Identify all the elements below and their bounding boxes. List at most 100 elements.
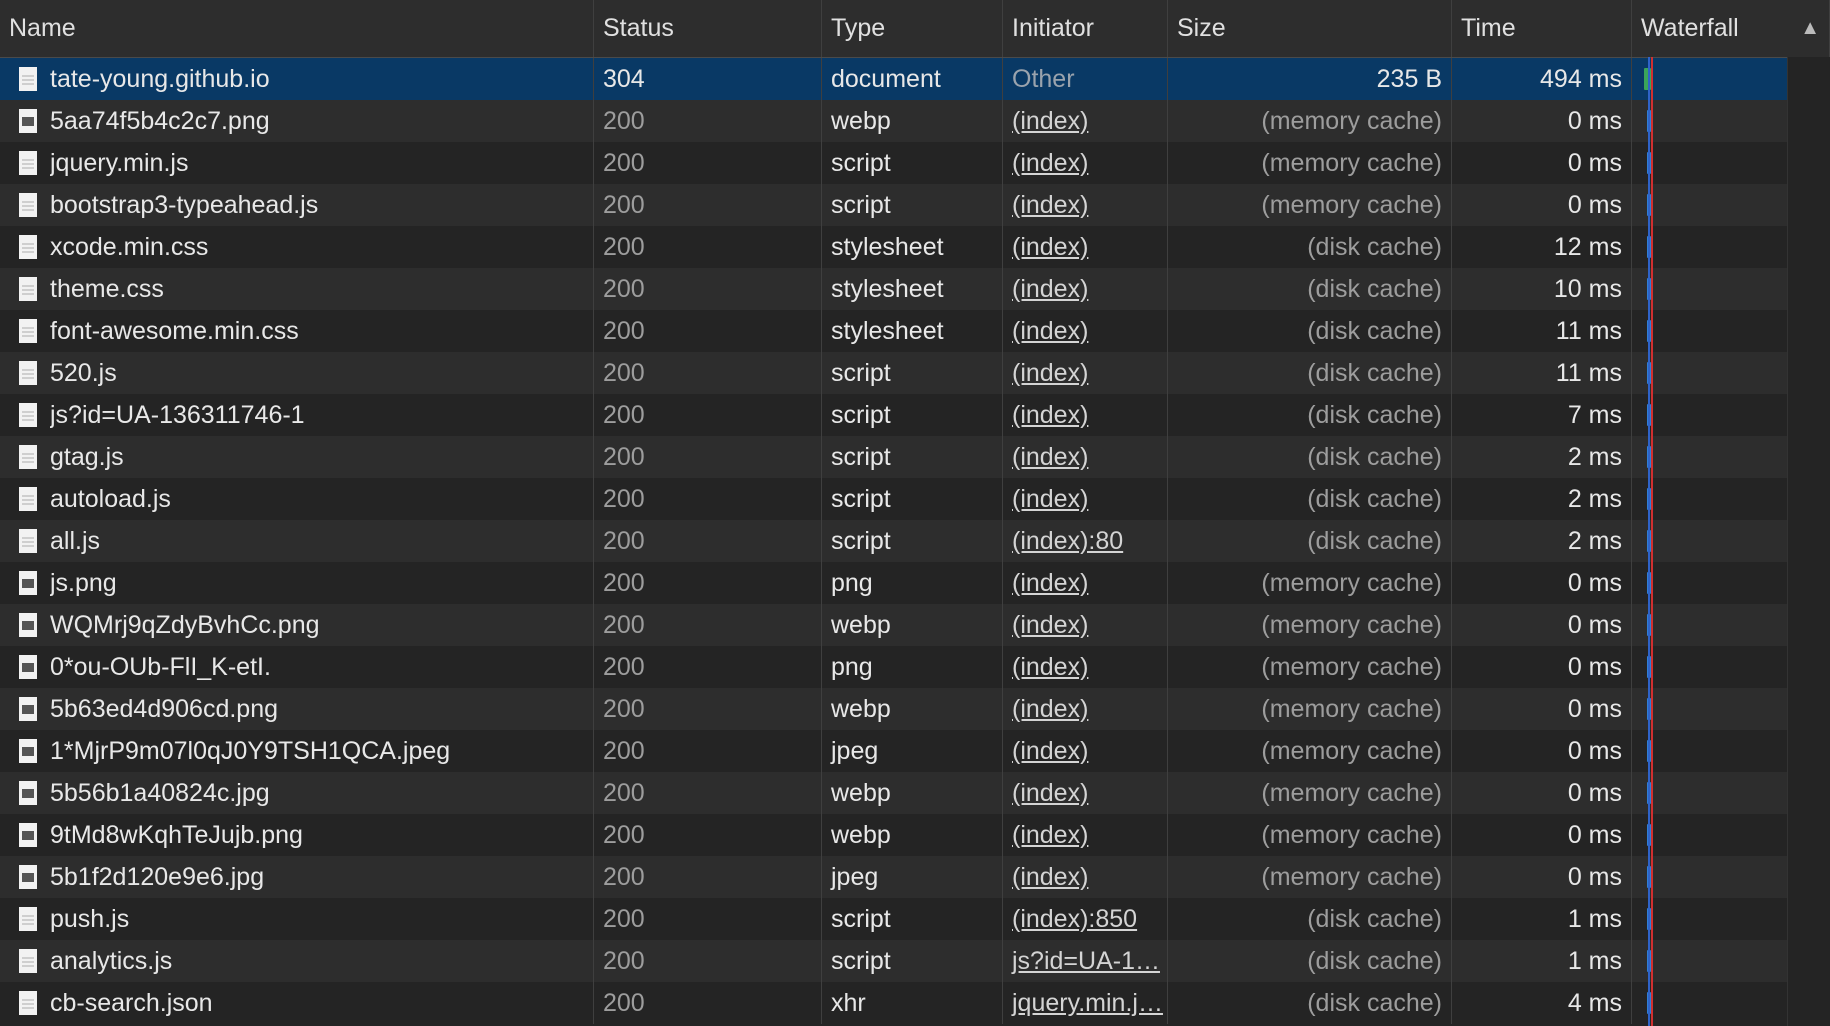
- initiator-link[interactable]: (index): [1012, 401, 1088, 430]
- table-row[interactable]: bootstrap3-typeahead.js 200 script (inde…: [0, 184, 1830, 226]
- cell-initiator: (index): [1003, 352, 1168, 394]
- initiator-link[interactable]: (index): [1012, 695, 1088, 724]
- cell-size: (memory cache): [1168, 142, 1452, 184]
- table-row[interactable]: 5b56b1a40824c.jpg 200 webp (index) (memo…: [0, 772, 1830, 814]
- cell-initiator: (index): [1003, 604, 1168, 646]
- initiator-link[interactable]: (index): [1012, 779, 1088, 808]
- initiator-link[interactable]: (index):850: [1012, 905, 1137, 934]
- initiator-link[interactable]: (index): [1012, 233, 1088, 262]
- table-row[interactable]: font-awesome.min.css 200 stylesheet (ind…: [0, 310, 1830, 352]
- sort-ascending-icon[interactable]: ▲: [1800, 17, 1820, 40]
- column-header-status[interactable]: Status: [594, 0, 822, 57]
- cell-size: (disk cache): [1168, 268, 1452, 310]
- initiator-link[interactable]: (index): [1012, 569, 1088, 598]
- request-name: 520.js: [50, 358, 117, 387]
- script-file-icon: [19, 151, 37, 175]
- cell-time: 11 ms: [1452, 352, 1632, 394]
- cell-type: stylesheet: [822, 310, 1003, 352]
- cell-time: 0 ms: [1452, 184, 1632, 226]
- stylesheet-file-icon: [19, 319, 37, 343]
- table-row[interactable]: 520.js 200 script (index) (disk cache) 1…: [0, 352, 1830, 394]
- table-row[interactable]: tate-young.github.io 304 document Other …: [0, 58, 1830, 100]
- column-header-time[interactable]: Time: [1452, 0, 1632, 57]
- cell-status: 200: [594, 310, 822, 352]
- vertical-scrollbar[interactable]: [1787, 57, 1830, 1026]
- image-icon: [19, 613, 37, 637]
- table-row[interactable]: cb-search.json 200 xhr jquery.min.j… (di…: [0, 982, 1830, 1024]
- cell-size: (memory cache): [1168, 184, 1452, 226]
- cell-initiator: (index): [1003, 688, 1168, 730]
- column-header-type-label: Type: [831, 14, 886, 42]
- cell-time: 7 ms: [1452, 394, 1632, 436]
- table-row[interactable]: js.png 200 png (index) (memory cache) 0 …: [0, 562, 1830, 604]
- cell-name: tate-young.github.io: [0, 58, 594, 100]
- column-header-type[interactable]: Type: [822, 0, 1003, 57]
- initiator-link[interactable]: (index): [1012, 863, 1088, 892]
- stylesheet-file-icon: [19, 277, 37, 301]
- cell-type: script: [822, 520, 1003, 562]
- initiator-link[interactable]: (index):80: [1012, 527, 1123, 556]
- table-row[interactable]: js?id=UA-136311746-1 200 script (index) …: [0, 394, 1830, 436]
- cell-status: 200: [594, 982, 822, 1024]
- table-row[interactable]: WQMrj9qZdyBvhCc.png 200 webp (index) (me…: [0, 604, 1830, 646]
- cell-status: 200: [594, 562, 822, 604]
- table-row[interactable]: xcode.min.css 200 stylesheet (index) (di…: [0, 226, 1830, 268]
- script-file-icon: [19, 361, 37, 385]
- cell-size: (memory cache): [1168, 646, 1452, 688]
- image-icon: [19, 109, 37, 133]
- column-header-size[interactable]: Size: [1168, 0, 1452, 57]
- initiator-link[interactable]: (index): [1012, 821, 1088, 850]
- initiator-link[interactable]: jquery.min.j…: [1012, 989, 1163, 1018]
- cell-name: gtag.js: [0, 436, 594, 478]
- table-row[interactable]: 9tMd8wKqhTeJujb.png 200 webp (index) (me…: [0, 814, 1830, 856]
- table-row[interactable]: theme.css 200 stylesheet (index) (disk c…: [0, 268, 1830, 310]
- cell-name: js?id=UA-136311746-1: [0, 394, 594, 436]
- cell-status: 200: [594, 478, 822, 520]
- initiator-link[interactable]: (index): [1012, 653, 1088, 682]
- initiator-link[interactable]: (index): [1012, 359, 1088, 388]
- column-header-waterfall[interactable]: Waterfall ▲: [1632, 0, 1830, 57]
- cell-type: jpeg: [822, 730, 1003, 772]
- initiator-link[interactable]: (index): [1012, 149, 1088, 178]
- table-row[interactable]: 0*ou-OUb-FlI_K-etI. 200 png (index) (mem…: [0, 646, 1830, 688]
- cell-time: 0 ms: [1452, 730, 1632, 772]
- request-name: 1*MjrP9m07l0qJ0Y9TSH1QCA.jpeg: [50, 736, 451, 765]
- column-header-name-label: Name: [9, 14, 76, 42]
- cell-type: png: [822, 646, 1003, 688]
- cell-size: (memory cache): [1168, 688, 1452, 730]
- initiator-link[interactable]: (index): [1012, 737, 1088, 766]
- cell-name: analytics.js: [0, 940, 594, 982]
- initiator-link[interactable]: (index): [1012, 317, 1088, 346]
- column-header-initiator[interactable]: Initiator: [1003, 0, 1168, 57]
- table-row[interactable]: 5b63ed4d906cd.png 200 webp (index) (memo…: [0, 688, 1830, 730]
- initiator-link[interactable]: (index): [1012, 485, 1088, 514]
- initiator-link[interactable]: (index): [1012, 191, 1088, 220]
- dom-content-loaded-line: [1648, 57, 1650, 1026]
- column-header-name[interactable]: Name: [0, 0, 594, 57]
- cell-name: jquery.min.js: [0, 142, 594, 184]
- cell-size: (memory cache): [1168, 856, 1452, 898]
- cell-name: autoload.js: [0, 478, 594, 520]
- table-row[interactable]: 1*MjrP9m07l0qJ0Y9TSH1QCA.jpeg 200 jpeg (…: [0, 730, 1830, 772]
- initiator-link[interactable]: (index): [1012, 275, 1088, 304]
- table-row[interactable]: all.js 200 script (index):80 (disk cache…: [0, 520, 1830, 562]
- cell-name: bootstrap3-typeahead.js: [0, 184, 594, 226]
- cell-type: jpeg: [822, 856, 1003, 898]
- table-row[interactable]: gtag.js 200 script (index) (disk cache) …: [0, 436, 1830, 478]
- table-row[interactable]: 5aa74f5b4c2c7.png 200 webp (index) (memo…: [0, 100, 1830, 142]
- cell-size: (memory cache): [1168, 100, 1452, 142]
- initiator-link[interactable]: (index): [1012, 443, 1088, 472]
- table-row[interactable]: 5b1f2d120e9e6.jpg 200 jpeg (index) (memo…: [0, 856, 1830, 898]
- cell-status: 304: [594, 58, 822, 100]
- initiator-link[interactable]: (index): [1012, 107, 1088, 136]
- table-row[interactable]: jquery.min.js 200 script (index) (memory…: [0, 142, 1830, 184]
- table-row[interactable]: analytics.js 200 script js?id=UA-1… (dis…: [0, 940, 1830, 982]
- initiator-link[interactable]: js?id=UA-1…: [1012, 947, 1160, 976]
- cell-type: script: [822, 940, 1003, 982]
- table-row[interactable]: push.js 200 script (index):850 (disk cac…: [0, 898, 1830, 940]
- cell-status: 200: [594, 940, 822, 982]
- initiator-link[interactable]: (index): [1012, 611, 1088, 640]
- table-row[interactable]: autoload.js 200 script (index) (disk cac…: [0, 478, 1830, 520]
- cell-status: 200: [594, 436, 822, 478]
- column-header-time-label: Time: [1461, 14, 1516, 42]
